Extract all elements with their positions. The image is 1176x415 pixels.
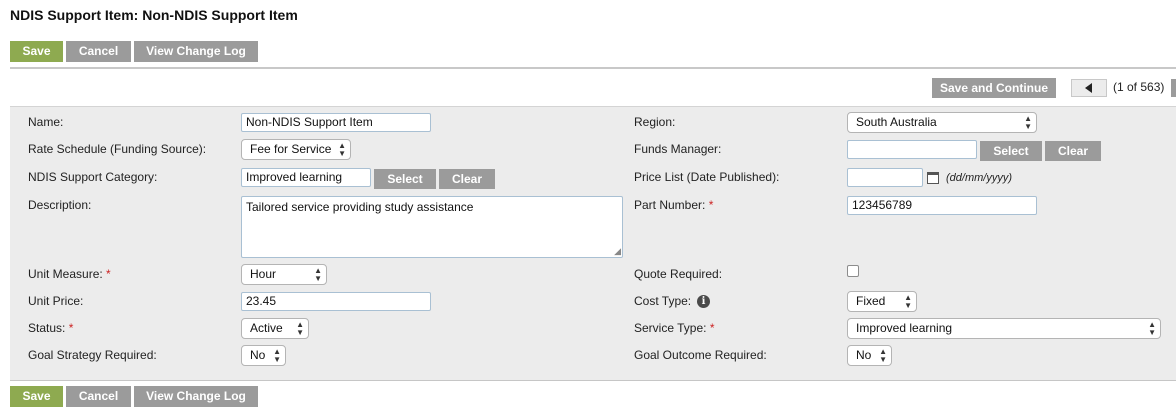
goal-outcome-label: Goal Outcome Required: <box>634 348 767 362</box>
save-and-continue-button[interactable]: Save and Continue <box>932 78 1056 98</box>
region-select[interactable]: South Australia ▲ ▼ <box>847 112 1037 133</box>
cost-type-select[interactable]: Fixed ▲ ▼ <box>847 291 917 312</box>
unit-price-input[interactable]: 23.45 <box>241 292 431 311</box>
price-list-date-input[interactable] <box>847 168 923 187</box>
region-value: South Australia <box>856 115 937 129</box>
status-label-text: Status: <box>28 321 66 335</box>
support-category-clear-button[interactable]: Clear <box>439 169 495 189</box>
price-list-label: Price List (Date Published): <box>634 170 780 184</box>
date-format-hint: (dd/mm/yyyy) <box>946 172 1012 184</box>
unit-price-label: Unit Price: <box>28 294 84 308</box>
funds-manager-input[interactable] <box>847 140 977 159</box>
support-category-input[interactable]: Improved learning <box>241 168 371 187</box>
info-icon[interactable]: i <box>697 295 710 308</box>
quote-required-label: Quote Required: <box>634 267 723 281</box>
save-button-bottom[interactable]: Save <box>10 386 63 407</box>
funds-manager-label: Funds Manager: <box>634 142 722 156</box>
quote-required-checkbox[interactable] <box>847 265 859 277</box>
pager-position: (1 of 563) <box>1113 80 1165 94</box>
resize-handle-icon[interactable]: ◢ <box>614 247 621 256</box>
select-arrows-icon: ▲ ▼ <box>338 141 346 158</box>
previous-record-button[interactable] <box>1071 79 1107 97</box>
triangle-left-icon <box>1085 83 1092 93</box>
status-value: Active <box>250 321 283 335</box>
goal-strategy-label: Goal Strategy Required: <box>28 348 157 362</box>
cancel-button-bottom[interactable]: Cancel <box>66 386 131 407</box>
support-category-label: NDIS Support Category: <box>28 170 158 184</box>
goal-strategy-value: No <box>250 348 266 362</box>
goal-outcome-select[interactable]: No ▲ ▼ <box>847 345 892 366</box>
next-record-button[interactable] <box>1171 79 1176 97</box>
select-arrows-icon: ▲ ▼ <box>1024 114 1032 131</box>
service-type-value: Improved learning <box>856 321 953 335</box>
service-type-label-text: Service Type: <box>634 321 707 335</box>
part-number-label: Part Number: * <box>634 198 713 212</box>
select-arrows-icon: ▲ ▼ <box>273 347 281 364</box>
description-value: Tailored service providing study assista… <box>246 200 474 214</box>
rate-schedule-value: Fee for Service <box>250 142 332 156</box>
service-type-label: Service Type: * <box>634 321 715 335</box>
view-change-log-button-bottom[interactable]: View Change Log <box>134 386 258 407</box>
select-arrows-icon: ▲ ▼ <box>296 320 304 337</box>
view-change-log-button[interactable]: View Change Log <box>134 41 258 62</box>
description-label: Description: <box>28 198 92 212</box>
cost-type-value: Fixed <box>856 294 886 308</box>
support-category-select-button[interactable]: Select <box>374 169 436 189</box>
goal-strategy-select[interactable]: No ▲ ▼ <box>241 345 286 366</box>
rate-schedule-label: Rate Schedule (Funding Source): <box>28 142 207 156</box>
rate-schedule-select[interactable]: Fee for Service ▲ ▼ <box>241 139 351 160</box>
select-arrows-icon: ▲ ▼ <box>879 347 887 364</box>
page-title: NDIS Support Item: Non-NDIS Support Item <box>10 7 298 23</box>
status-label: Status: * <box>28 321 73 335</box>
funds-manager-select-button[interactable]: Select <box>980 141 1042 161</box>
status-select[interactable]: Active ▲ ▼ <box>241 318 309 339</box>
required-marker: * <box>106 267 111 281</box>
name-input[interactable]: Non-NDIS Support Item <box>241 113 431 132</box>
unit-measure-value: Hour <box>250 267 277 281</box>
calendar-icon[interactable] <box>927 172 939 184</box>
cancel-button[interactable]: Cancel <box>66 41 131 62</box>
required-marker: * <box>708 198 714 212</box>
top-divider <box>10 67 1176 69</box>
region-label: Region: <box>634 115 676 129</box>
select-arrows-icon: ▲ ▼ <box>1148 320 1156 337</box>
part-number-input[interactable]: 123456789 <box>847 196 1037 215</box>
goal-outcome-value: No <box>856 348 872 362</box>
unit-measure-label-text: Unit Measure: <box>28 267 103 281</box>
cost-type-label: Cost Type: <box>634 294 692 308</box>
description-textarea[interactable]: Tailored service providing study assista… <box>241 196 623 258</box>
service-type-select[interactable]: Improved learning ▲ ▼ <box>847 318 1161 339</box>
funds-manager-clear-button[interactable]: Clear <box>1045 141 1101 161</box>
part-number-label-text: Part Number: <box>634 198 706 212</box>
name-label: Name: <box>28 115 64 129</box>
unit-measure-select[interactable]: Hour ▲ ▼ <box>241 264 327 285</box>
select-arrows-icon: ▲ ▼ <box>314 266 322 283</box>
select-arrows-icon: ▲ ▼ <box>904 293 912 310</box>
unit-measure-label: Unit Measure: * <box>28 267 111 281</box>
required-marker: * <box>709 321 715 335</box>
required-marker: * <box>68 321 74 335</box>
save-button[interactable]: Save <box>10 41 63 62</box>
